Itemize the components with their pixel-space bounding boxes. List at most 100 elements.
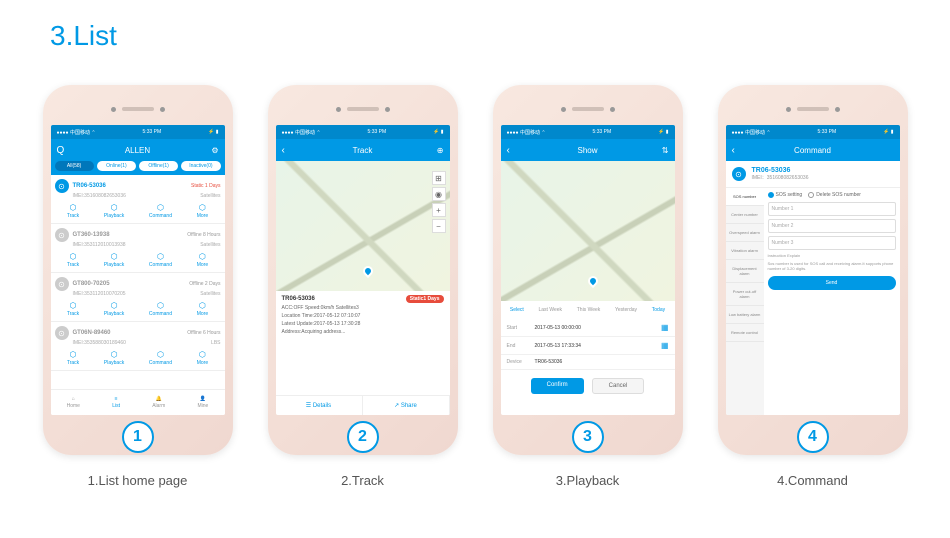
start-row[interactable]: Start 2017-05-13 00:00:00 ▦ — [501, 319, 675, 337]
end-row[interactable]: End 2017-05-13 17:33:34 ▦ — [501, 337, 675, 355]
device-row[interactable]: Device TR06-53036 — [501, 355, 675, 370]
action-command[interactable]: ⬡Command — [149, 301, 172, 317]
pill-all[interactable]: All(58) — [55, 161, 94, 171]
track-info-panel: TR06-53036 Static1 Days ACC:OFF Speed:0k… — [276, 291, 450, 341]
radio-delete-sos[interactable]: Delete SOS number — [808, 192, 861, 198]
map-zoom-in[interactable]: + — [432, 203, 446, 217]
pill-offline[interactable]: Offline(1) — [139, 161, 178, 171]
details-button[interactable]: ☰ Details — [276, 396, 363, 415]
phone-1-wrapper: ●●●● 中国移动 ⌃5:33 PM⚡ ▮ Q ALLEN ⚙ All(58) … — [43, 85, 233, 488]
nav-title: Command — [794, 146, 831, 155]
number-2-input[interactable]: Number 2 — [768, 219, 896, 233]
nav-list[interactable]: ≡List — [112, 396, 120, 409]
nav-bar: Q ALLEN ⚙ — [51, 139, 225, 161]
back-icon[interactable]: ‹ — [732, 145, 735, 156]
cmd-side-displacement-alarm[interactable]: Displacement alarm — [726, 260, 764, 283]
device-card[interactable]: ⊙ GT06N-89460 Offline 6 Hours IMEI:35358… — [51, 322, 225, 371]
cmd-side-sos-number[interactable]: SOS number — [726, 188, 764, 206]
action-playback[interactable]: ⬡Playback — [104, 203, 124, 219]
action-command[interactable]: ⬡Command — [149, 350, 172, 366]
pill-online[interactable]: Online(1) — [97, 161, 136, 171]
action-playback[interactable]: ⬡Playback — [104, 350, 124, 366]
sort-icon[interactable]: ⇅ — [662, 146, 669, 155]
back-icon[interactable]: ‹ — [507, 145, 510, 156]
command-device-header: ⊙ TR06-53036 IMEI：351608082653036 — [726, 161, 900, 188]
action-more[interactable]: ⬡More — [197, 301, 208, 317]
nav-title: ALLEN — [125, 146, 150, 155]
device-icon: ⊙ — [732, 167, 746, 181]
action-playback[interactable]: ⬡Playback — [104, 301, 124, 317]
phone-3: ●●●● 中国移动 ⌃5:33 PM⚡ ▮ ‹ Show ⇅ Select La… — [493, 85, 683, 455]
playback-tabs: Select Last Week This Week Yesterday Tod… — [501, 301, 675, 319]
map-pin[interactable] — [585, 274, 599, 288]
device-icon: ⊙ — [55, 179, 69, 193]
calendar-icon[interactable]: ▦ — [661, 341, 669, 350]
map-locate-icon[interactable]: ◉ — [432, 187, 446, 201]
back-icon[interactable]: ‹ — [282, 145, 285, 156]
cmd-side-power-cut-off-alarm[interactable]: Power cut-off alarm — [726, 283, 764, 306]
map-layer-icon[interactable]: ⊞ — [432, 171, 446, 185]
device-card[interactable]: ⊙ GT360-13938 Offline 8 Hours IMEI:35311… — [51, 224, 225, 273]
device-icon: ⊙ — [55, 228, 69, 242]
radio-sos-setting[interactable]: SOS setting — [768, 192, 803, 198]
confirm-button[interactable]: Confirm — [531, 378, 584, 394]
device-status: Static 1 Days — [191, 183, 220, 189]
tab-select[interactable]: Select — [507, 305, 527, 315]
screen-track: ●●●● 中国移动 ⌃5:33 PM⚡ ▮ ‹ Track ⊕ ⊞ ◉ + − … — [276, 125, 450, 415]
nav-alarm[interactable]: 🔔Alarm — [152, 396, 165, 409]
tab-today[interactable]: Today — [649, 305, 668, 315]
map[interactable]: ⊞ ◉ + − — [276, 161, 450, 291]
calendar-icon[interactable]: ▦ — [661, 323, 669, 332]
device-card[interactable]: ⊙ GT800-70205 Offline 2 Days IMEI:353112… — [51, 273, 225, 322]
send-button[interactable]: Send — [768, 276, 896, 290]
tab-thisweek[interactable]: This Week — [574, 305, 604, 315]
instruction-text: Sos number is used for SOS call and rece… — [768, 261, 896, 271]
tab-yesterday[interactable]: Yesterday — [612, 305, 640, 315]
device-name: GT360-13938 — [73, 232, 110, 238]
number-1-input[interactable]: Number 1 — [768, 202, 896, 216]
cmd-side-vibration-alarm[interactable]: Vibration alarm — [726, 242, 764, 260]
action-more[interactable]: ⬡More — [197, 203, 208, 219]
home-button[interactable]: 4 — [797, 421, 829, 453]
phone-2-label: 2.Track — [341, 473, 384, 488]
cancel-button[interactable]: Cancel — [592, 378, 645, 394]
phones-container: ●●●● 中国移动 ⌃5:33 PM⚡ ▮ Q ALLEN ⚙ All(58) … — [0, 85, 950, 488]
tab-lastweek[interactable]: Last Week — [535, 305, 565, 315]
action-playback[interactable]: ⬡Playback — [104, 252, 124, 268]
cmd-side-low-battery-alarm[interactable]: Low battery alarm — [726, 306, 764, 324]
map-pin[interactable] — [360, 264, 374, 278]
home-button[interactable]: 2 — [347, 421, 379, 453]
action-track[interactable]: ⬡Track — [67, 301, 79, 317]
nav-mine[interactable]: 👤Mine — [198, 396, 209, 409]
action-command[interactable]: ⬡Command — [149, 252, 172, 268]
map-zoom-out[interactable]: − — [432, 219, 446, 233]
add-icon[interactable]: ⊕ — [437, 146, 444, 155]
action-track[interactable]: ⬡Track — [67, 203, 79, 219]
home-button[interactable]: 1 — [122, 421, 154, 453]
phone-2: ●●●● 中国移动 ⌃5:33 PM⚡ ▮ ‹ Track ⊕ ⊞ ◉ + − … — [268, 85, 458, 455]
action-more[interactable]: ⬡More — [197, 252, 208, 268]
phone-4: ●●●● 中国移动 ⌃5:33 PM⚡ ▮ ‹ Command ⊙ TR06-5… — [718, 85, 908, 455]
command-sidebar: SOS numberCenter numberOverspeed alarmVi… — [726, 188, 764, 415]
phone-4-wrapper: ●●●● 中国移动 ⌃5:33 PM⚡ ▮ ‹ Command ⊙ TR06-5… — [718, 85, 908, 488]
phone-4-label: 4.Command — [777, 473, 848, 488]
device-card[interactable]: ⊙ TR06-53036 Static 1 Days IMEI:35160808… — [51, 175, 225, 224]
screen-playback: ●●●● 中国移动 ⌃5:33 PM⚡ ▮ ‹ Show ⇅ Select La… — [501, 125, 675, 415]
pill-inactive[interactable]: Inactive(0) — [181, 161, 220, 171]
device-status: Offline 2 Days — [189, 281, 220, 287]
action-command[interactable]: ⬡Command — [149, 203, 172, 219]
map[interactable] — [501, 161, 675, 301]
search-icon[interactable]: Q — [57, 145, 65, 156]
share-button[interactable]: ↗ Share — [363, 396, 450, 415]
status-badge: Static1 Days — [406, 295, 444, 303]
cmd-side-remote-control[interactable]: Remote control — [726, 324, 764, 342]
cmd-side-center-number[interactable]: Center number — [726, 206, 764, 224]
settings-icon[interactable]: ⚙ — [211, 146, 218, 155]
action-track[interactable]: ⬡Track — [67, 350, 79, 366]
action-track[interactable]: ⬡Track — [67, 252, 79, 268]
cmd-side-overspeed-alarm[interactable]: Overspeed alarm — [726, 224, 764, 242]
action-more[interactable]: ⬡More — [197, 350, 208, 366]
home-button[interactable]: 3 — [572, 421, 604, 453]
number-3-input[interactable]: Number 3 — [768, 236, 896, 250]
nav-home[interactable]: ⌂Home — [67, 396, 80, 409]
